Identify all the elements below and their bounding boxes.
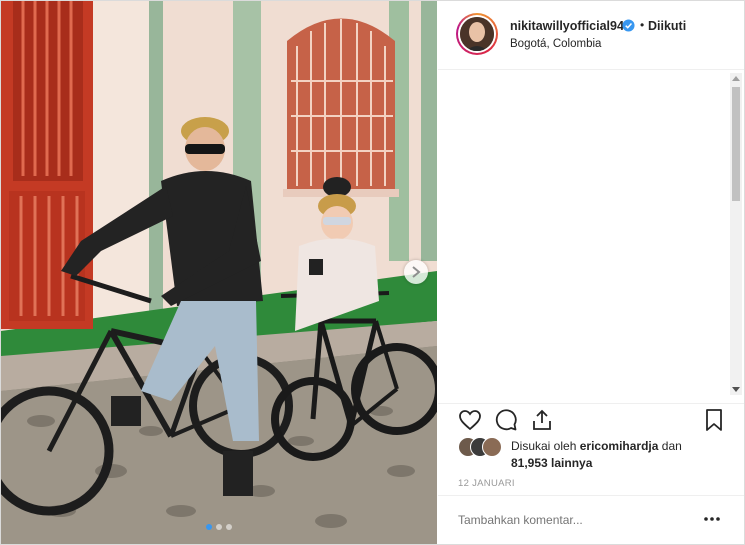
- action-bar: [438, 403, 744, 436]
- comments-scrollbar[interactable]: [730, 73, 742, 395]
- separator-dot: •: [640, 18, 645, 32]
- post-side-panel: nikitawillyofficial94 • Diikuti Bogotá, …: [438, 1, 744, 544]
- carousel-dot: [226, 524, 232, 530]
- scroll-up-arrow-icon[interactable]: [732, 76, 740, 81]
- comment-icon[interactable]: [494, 408, 518, 432]
- post-photo[interactable]: [1, 1, 437, 544]
- comment-input[interactable]: [458, 513, 688, 527]
- post-date[interactable]: 12 JANUARI: [458, 478, 515, 489]
- more-options-icon[interactable]: [702, 513, 722, 525]
- likes-prefix: Disukai oleh: [511, 439, 577, 453]
- bookmark-icon[interactable]: [702, 408, 726, 432]
- liker-avatars[interactable]: [458, 437, 506, 457]
- liker-username-link[interactable]: ericomihardja: [580, 439, 659, 453]
- avatar: [482, 437, 502, 457]
- likes-summary: Disukai oleh ericomihardja dan 81,953 la…: [458, 435, 728, 475]
- scrollbar-thumb[interactable]: [732, 87, 740, 201]
- verified-badge-icon: [622, 19, 635, 32]
- likes-count-link[interactable]: 81,953 lainnya: [511, 456, 592, 470]
- story-ring[interactable]: [456, 13, 498, 55]
- likes-text: Disukai oleh ericomihardja dan 81,953 la…: [511, 438, 721, 472]
- post-header: nikitawillyofficial94 • Diikuti Bogotá, …: [438, 1, 744, 70]
- avatar: [460, 17, 494, 51]
- share-icon[interactable]: [530, 408, 554, 432]
- carousel-indicator: [1, 524, 437, 530]
- comment-box: [438, 495, 744, 545]
- carousel-dot-active: [206, 524, 212, 530]
- chevron-right-icon: [412, 266, 421, 278]
- scroll-down-arrow-icon[interactable]: [732, 387, 740, 392]
- comments-area: [438, 70, 744, 396]
- likes-joiner: dan: [661, 439, 682, 453]
- photo-illustration: [1, 1, 437, 544]
- carousel-dot: [216, 524, 222, 530]
- heart-icon[interactable]: [458, 408, 482, 432]
- carousel-next-button[interactable]: [404, 260, 428, 284]
- following-button[interactable]: Diikuti: [648, 19, 686, 33]
- location-link[interactable]: Bogotá, Colombia: [510, 38, 601, 50]
- username-link[interactable]: nikitawillyofficial94: [510, 19, 624, 33]
- instagram-post-modal: nikitawillyofficial94 • Diikuti Bogotá, …: [0, 0, 745, 545]
